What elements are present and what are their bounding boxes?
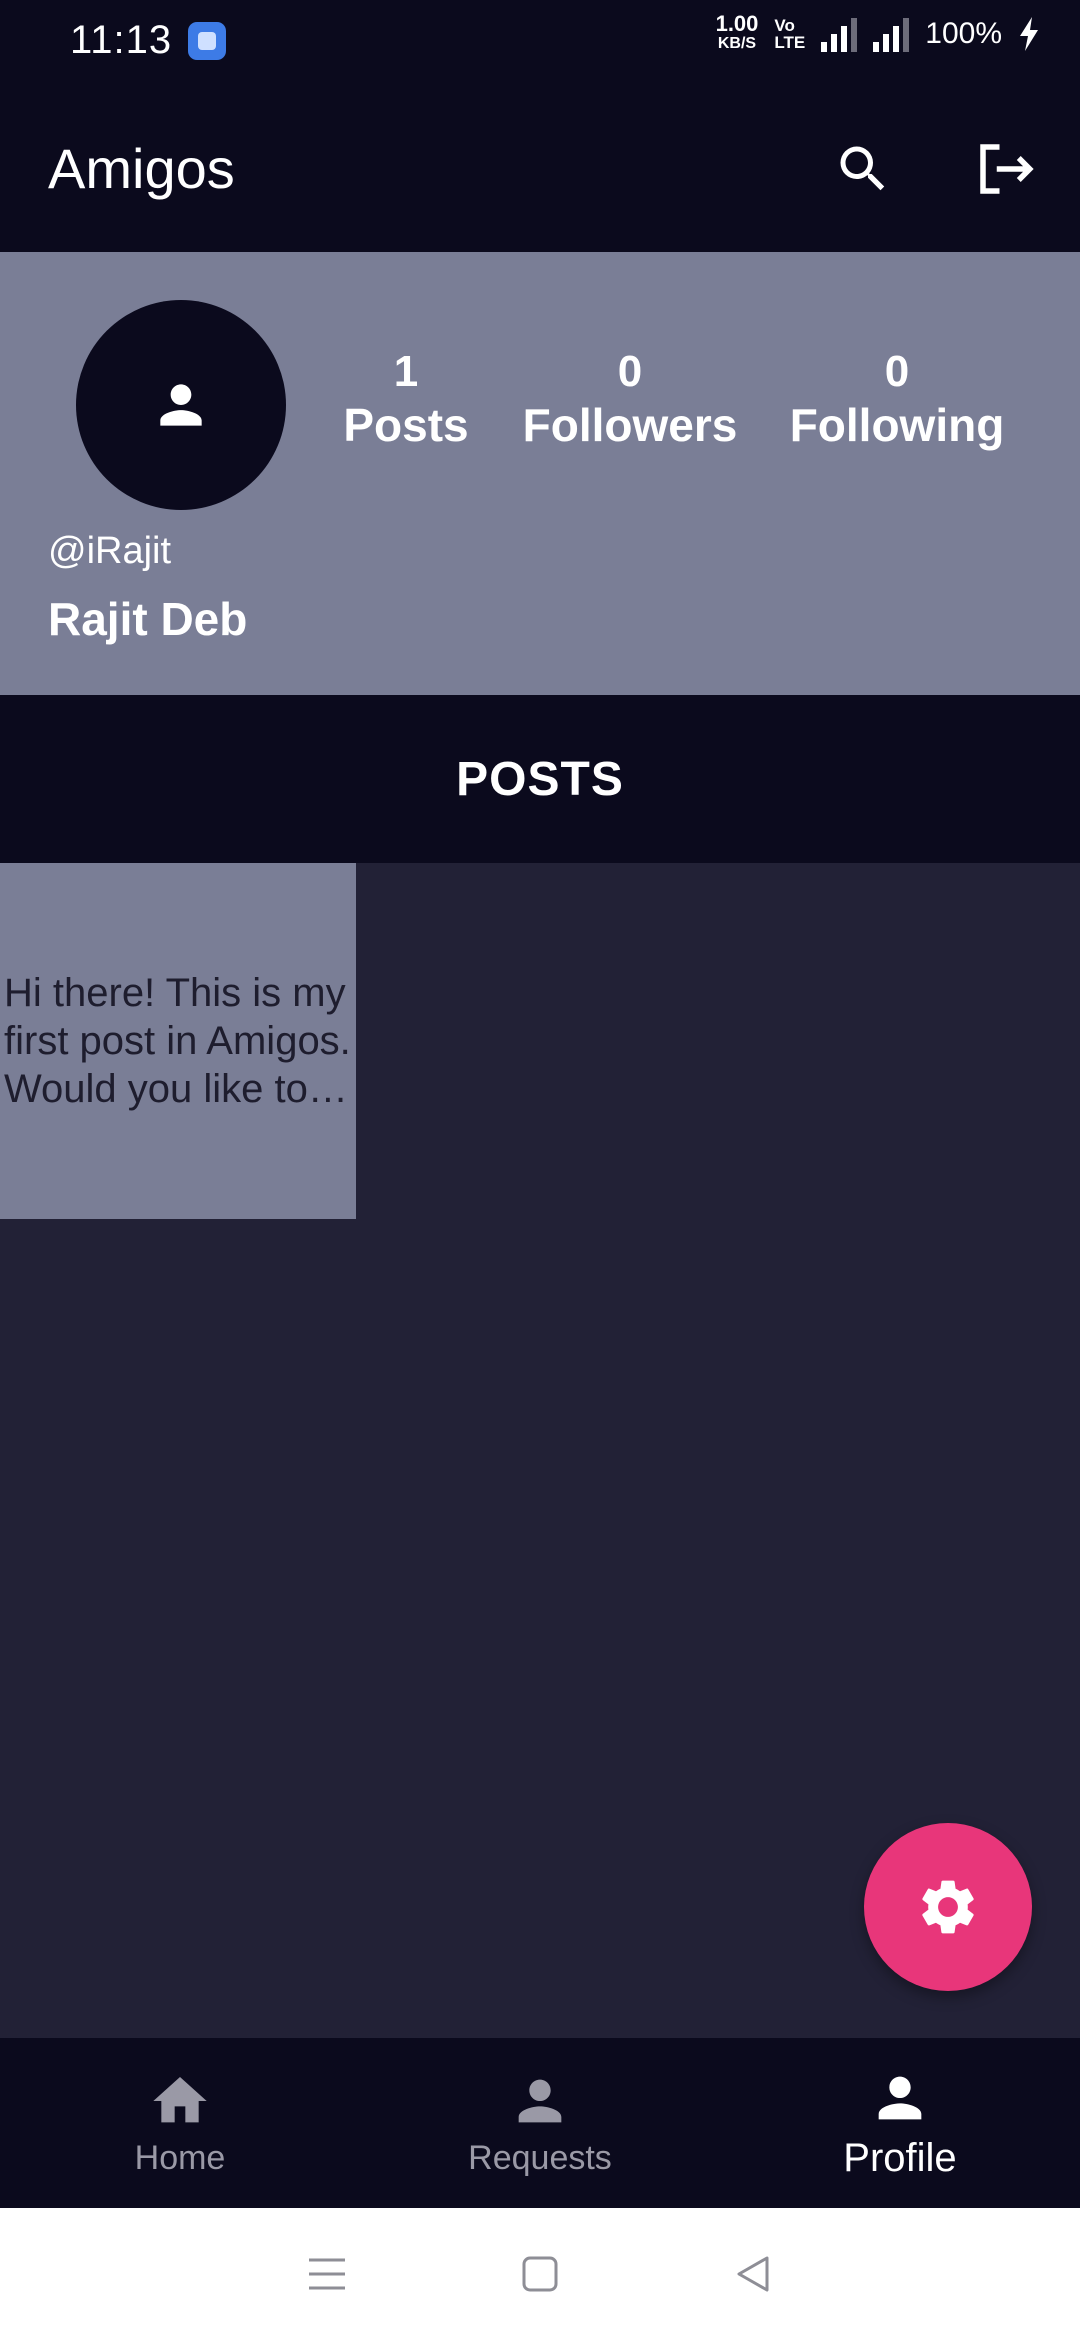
stat-following[interactable]: 0 Following	[786, 348, 1008, 454]
avatar[interactable]	[76, 300, 286, 510]
stat-followers-value: 0	[617, 347, 643, 396]
post-tile[interactable]: Hi there! This is my first post in Amigo…	[0, 863, 356, 1219]
posts-title: POSTS	[456, 752, 624, 806]
nav-requests-label: Requests	[468, 2138, 612, 2177]
person-icon	[878, 2076, 922, 2119]
nav-profile-label: Profile	[843, 2135, 957, 2180]
status-bar: 11:13 1.00 KB/S Vo LTE 100%	[0, 0, 1080, 82]
status-indicators: 1.00 KB/S Vo LTE 100%	[715, 11, 1040, 54]
app-bar: Amigos	[0, 82, 1080, 252]
settings-icon	[922, 1880, 974, 1934]
charging-icon	[1020, 17, 1038, 51]
post-text: Hi there! This is my first post in Amigo…	[4, 971, 351, 1111]
stat-following-label: Following	[789, 399, 1005, 451]
stat-followers[interactable]: 0 Followers	[518, 348, 742, 454]
volte-icon: Vo LTE	[774, 16, 806, 52]
bottom-navigation: Home Requests Profile	[0, 2038, 1080, 2208]
system-back-button[interactable]	[723, 2244, 783, 2304]
system-home-button[interactable]	[510, 2244, 570, 2304]
nav-home[interactable]: Home	[0, 2038, 360, 2208]
person-icon	[518, 2079, 562, 2122]
signal-icon	[873, 16, 910, 52]
stat-followers-label: Followers	[522, 399, 738, 451]
profile-header: 1 Posts 0 Followers 0 Following @iRajit …	[0, 252, 1080, 695]
square-home-icon	[522, 2256, 558, 2292]
signal-4g-icon	[821, 16, 858, 52]
stat-following-value: 0	[884, 347, 910, 396]
status-time: 11:13	[70, 18, 173, 62]
menu-icon	[308, 2258, 345, 2290]
app-title: Amigos	[48, 137, 235, 200]
network-speed-unit: KB/S	[717, 35, 757, 52]
network-speed-value: 1.00	[715, 11, 759, 36]
stat-posts[interactable]: 1 Posts	[332, 348, 480, 454]
system-menu-button[interactable]	[297, 2244, 357, 2304]
posts-section-header: POSTS	[0, 695, 1080, 863]
network-speed: 1.00 KB/S	[715, 11, 759, 54]
search-icon	[840, 146, 885, 191]
logout-button[interactable]	[970, 134, 1040, 204]
battery-level: 100%	[925, 17, 1002, 50]
stat-posts-value: 1	[393, 347, 419, 396]
nav-home-label: Home	[134, 2138, 226, 2177]
settings-fab[interactable]	[864, 1823, 1032, 1991]
notification-app-icon	[188, 22, 226, 60]
home-icon	[153, 2076, 207, 2122]
user-full-name: Rajit Deb	[48, 593, 248, 645]
nav-profile[interactable]: Profile	[720, 2038, 1080, 2208]
user-handle: @iRajit	[48, 530, 172, 572]
nav-requests[interactable]: Requests	[360, 2038, 720, 2208]
logout-icon	[980, 144, 1034, 194]
stat-posts-label: Posts	[343, 399, 469, 451]
person-icon	[160, 384, 202, 426]
back-triangle-icon	[737, 2256, 769, 2292]
system-navigation-bar	[0, 2208, 1080, 2340]
search-button[interactable]	[828, 134, 898, 204]
